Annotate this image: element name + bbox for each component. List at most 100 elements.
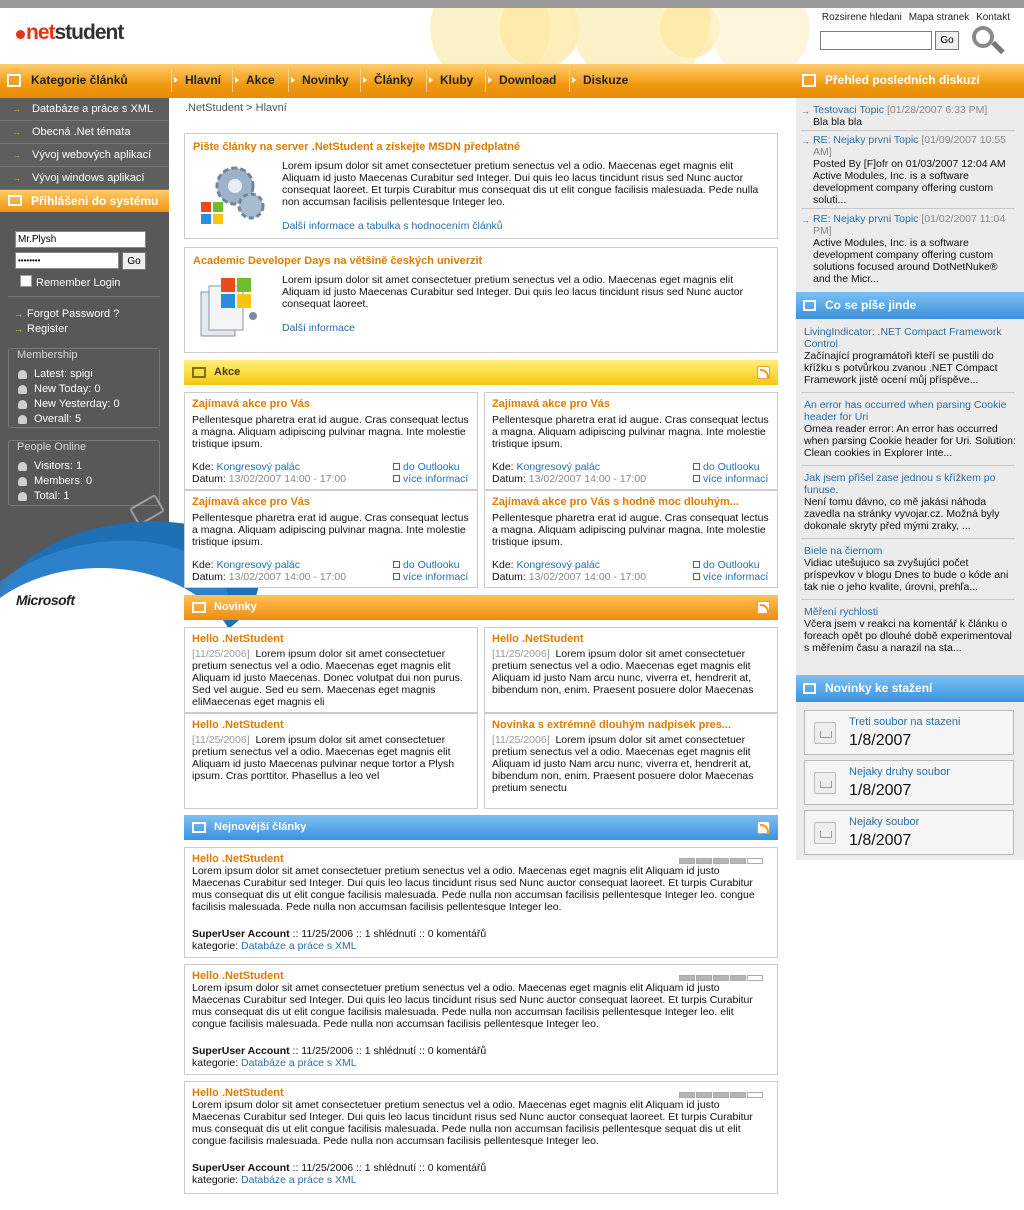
article-category-link[interactable]: Databáze a práce s XML bbox=[241, 1057, 357, 1069]
elsewhere-link[interactable]: Biele na čiernom bbox=[804, 545, 882, 557]
nav-item-clanky[interactable]: Články bbox=[361, 64, 413, 98]
article-rating[interactable] bbox=[679, 1089, 767, 1098]
sidebar-item-net[interactable]: Obecná .Net témata bbox=[0, 121, 169, 144]
event-location-link[interactable]: Kongresový palác bbox=[217, 559, 300, 571]
article-title[interactable]: Hello .NetStudent bbox=[192, 853, 284, 865]
event-meta: Kde: Kongresový palác Datum: 13/02/2007 1… bbox=[492, 461, 646, 485]
microsoft-logo[interactable]: Microsoft bbox=[16, 592, 75, 608]
event-location-link[interactable]: Kongresový palác bbox=[217, 461, 300, 473]
rating-segment[interactable] bbox=[679, 1092, 695, 1098]
rating-segment[interactable] bbox=[679, 858, 695, 864]
download-link[interactable]: Treti soubor na stazeni bbox=[849, 716, 960, 728]
rating-segment[interactable] bbox=[679, 975, 695, 981]
more-info-link[interactable]: více informací bbox=[703, 571, 768, 583]
sidebar-item-web[interactable]: Vývoj webových aplikací bbox=[0, 144, 169, 167]
event-location-link[interactable]: Kongresový palác bbox=[517, 461, 600, 473]
feature-title[interactable]: Pište články na server .NetStudent a zís… bbox=[193, 141, 520, 153]
username-field[interactable]: Mr.Plysh bbox=[15, 231, 146, 248]
rating-segment[interactable] bbox=[713, 858, 729, 864]
download-item[interactable]: Nejaky soubor 1/8/2007 bbox=[804, 810, 1014, 855]
sidebar-item-xml[interactable]: Databáze a práce s XML bbox=[0, 98, 169, 121]
discussion-link[interactable]: Testovaci Topic bbox=[813, 104, 884, 116]
left-sidebar: Databáze a práce s XML Obecná .Net témat… bbox=[0, 98, 269, 1210]
nav-item-diskuze[interactable]: Diskuze bbox=[570, 64, 628, 98]
office-icon bbox=[200, 278, 257, 337]
netstudent-logo[interactable]: netstudent bbox=[16, 21, 124, 45]
event-title[interactable]: Zajímavá akce pro Vás bbox=[192, 496, 474, 508]
rss-icon[interactable] bbox=[757, 601, 770, 614]
article-rating[interactable] bbox=[679, 855, 767, 864]
news-title[interactable]: Hello .NetStudent bbox=[492, 633, 774, 645]
elsewhere-link[interactable]: An error has occurred when parsing Cooki… bbox=[804, 399, 1007, 423]
rating-segment[interactable] bbox=[730, 858, 746, 864]
search-go-button[interactable]: Go bbox=[935, 31, 959, 50]
article-title[interactable]: Hello .NetStudent bbox=[192, 1087, 284, 1099]
article-item: Hello .NetStudent Lorem ipsum dolor sit … bbox=[184, 847, 778, 958]
register-link[interactable]: → Register bbox=[14, 323, 68, 335]
elsewhere-link[interactable]: Jak jsem přišel zase jednou s křížkem po… bbox=[804, 472, 995, 496]
event-meta: Kde: Kongresový palác Datum: 13/02/2007 1… bbox=[192, 461, 346, 485]
elsewhere-item: LivingIndicator: .NET Compact Framework … bbox=[804, 326, 1016, 386]
remember-login-checkbox[interactable] bbox=[20, 275, 32, 287]
nav-item-hlavni[interactable]: Hlavní bbox=[172, 64, 221, 98]
rating-segment[interactable] bbox=[713, 975, 729, 981]
download-link[interactable]: Nejaky soubor bbox=[849, 816, 919, 828]
rating-segment[interactable] bbox=[730, 1092, 746, 1098]
nav-item-akce[interactable]: Akce bbox=[233, 64, 275, 98]
outlook-icon bbox=[693, 463, 700, 470]
more-info-link[interactable]: více informací bbox=[403, 571, 468, 583]
news-title[interactable]: Hello .NetStudent bbox=[192, 719, 474, 731]
nav-item-kluby[interactable]: Kluby bbox=[427, 64, 473, 98]
elsewhere-link[interactable]: LivingIndicator: .NET Compact Framework … bbox=[804, 326, 1002, 350]
rss-icon[interactable] bbox=[757, 366, 770, 379]
download-item[interactable]: Nejaky druhy soubor 1/8/2007 bbox=[804, 760, 1014, 805]
article-category-link[interactable]: Databáze a práce s XML bbox=[241, 940, 357, 952]
contact-link[interactable]: Kontakt bbox=[976, 12, 1010, 23]
event-title[interactable]: Zajímavá akce pro Vás bbox=[192, 398, 474, 410]
article-author: SuperUser Account bbox=[192, 1045, 290, 1057]
news-title[interactable]: Hello .NetStudent bbox=[192, 633, 474, 645]
sidebar-item-windows[interactable]: Vývoj windows aplikací bbox=[0, 167, 169, 190]
rating-segment[interactable] bbox=[696, 975, 712, 981]
news-title[interactable]: Novinka s extrémně dlouhým nadpisek pres… bbox=[492, 719, 774, 731]
magnifier-icon[interactable] bbox=[972, 26, 994, 48]
feature-title[interactable]: Academic Developer Days na většině český… bbox=[193, 255, 482, 267]
more-info-link[interactable]: více informací bbox=[703, 473, 768, 485]
download-item[interactable]: Treti soubor na stazeni 1/8/2007 bbox=[804, 710, 1014, 755]
rating-segment[interactable] bbox=[713, 1092, 729, 1098]
feature-more-link[interactable]: Další informace bbox=[282, 322, 355, 334]
add-to-outlook-link[interactable]: do Outlooku bbox=[703, 559, 760, 571]
article-category-link[interactable]: Databáze a práce s XML bbox=[241, 1174, 357, 1186]
event-location-link[interactable]: Kongresový palác bbox=[517, 559, 600, 571]
rating-segment[interactable] bbox=[730, 975, 746, 981]
rating-segment[interactable] bbox=[747, 1092, 763, 1098]
news-date: [11/25/2006] bbox=[192, 734, 250, 746]
article-stats: :: 11/25/2006 :: 1 shlédnutí :: 0 koment… bbox=[289, 1045, 487, 1057]
add-to-outlook-link[interactable]: do Outlooku bbox=[403, 559, 460, 571]
sitemap-link[interactable]: Mapa stranek bbox=[909, 12, 970, 23]
rating-segment[interactable] bbox=[696, 858, 712, 864]
password-field[interactable]: •••••••• bbox=[15, 252, 119, 269]
article-title[interactable]: Hello .NetStudent bbox=[192, 970, 284, 982]
rating-segment[interactable] bbox=[696, 1092, 712, 1098]
rss-icon[interactable] bbox=[757, 821, 770, 834]
article-rating[interactable] bbox=[679, 972, 767, 981]
add-to-outlook-link[interactable]: do Outlooku bbox=[403, 461, 460, 473]
event-title[interactable]: Zajímavá akce pro Vás bbox=[492, 398, 774, 410]
discussion-link[interactable]: RE: Nejaky prvni Topic bbox=[813, 134, 918, 146]
search-input[interactable] bbox=[820, 31, 932, 50]
rating-segment[interactable] bbox=[747, 858, 763, 864]
nav-item-novinky[interactable]: Novinky bbox=[289, 64, 349, 98]
feature-more-link[interactable]: Další informace a tabulka s hodnocením č… bbox=[282, 220, 503, 232]
forgot-password-link[interactable]: → Forgot Password ? bbox=[14, 308, 119, 320]
login-go-button[interactable]: Go bbox=[122, 252, 146, 270]
nav-item-download[interactable]: Download bbox=[486, 64, 556, 98]
discussion-link[interactable]: RE: Nejaky prvni Topic bbox=[813, 213, 918, 225]
add-to-outlook-link[interactable]: do Outlooku bbox=[703, 461, 760, 473]
event-title[interactable]: Zajímavá akce pro Vás s hodně moc dlouhý… bbox=[492, 496, 774, 508]
rating-segment[interactable] bbox=[747, 975, 763, 981]
elsewhere-link[interactable]: Měření rychlosti bbox=[804, 606, 878, 618]
download-link[interactable]: Nejaky druhy soubor bbox=[849, 766, 950, 778]
more-info-link[interactable]: více informací bbox=[403, 473, 468, 485]
advanced-search-link[interactable]: Rozsirene hledani bbox=[822, 12, 902, 23]
